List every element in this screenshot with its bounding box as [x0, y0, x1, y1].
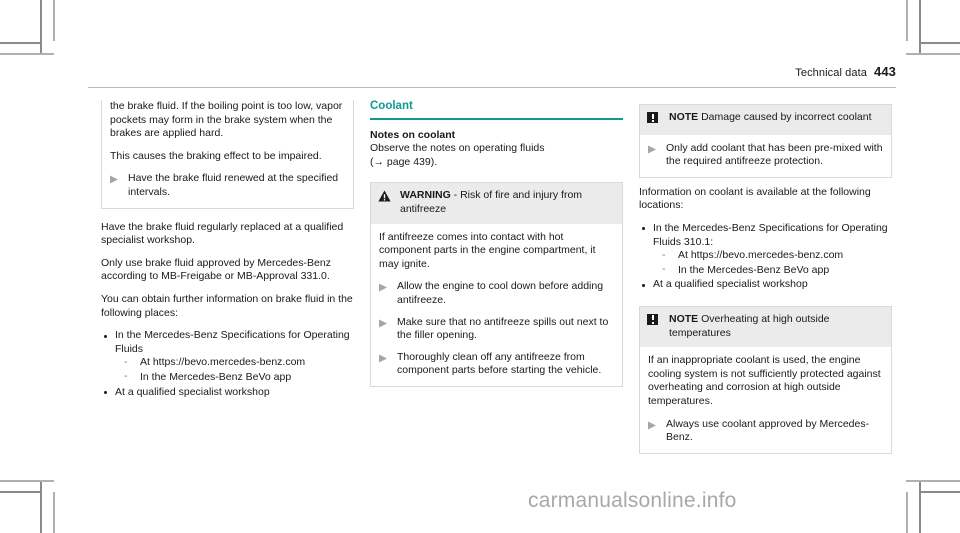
coolant-intro-paragraph: Observe the notes on operating fluids (→… — [370, 142, 623, 169]
warning-triangle-icon — [378, 189, 400, 207]
step-arrow-icon — [379, 316, 397, 328]
note-box-header: NOTE Damage caused by incorrect coolant — [640, 105, 891, 135]
bullet-text: In the Mercedes-Benz Specifications for … — [115, 329, 350, 355]
step-arrow-icon — [379, 280, 397, 292]
instruction-step: Always use coolant approved by Mercedes-… — [648, 418, 883, 445]
instruction-step: Have the brake fluid renewed at the spec… — [110, 172, 345, 199]
list-item: In the Mercedes-Benz BeVo app — [653, 263, 892, 278]
column-middle: Coolant Notes on coolant Observe the not… — [370, 100, 623, 399]
step-text: Only add coolant that has been pre-mixed… — [666, 141, 883, 168]
crop-mark-top-left-vertical-outer — [53, 0, 55, 41]
warning-label: WARNING — [400, 189, 451, 202]
page-running-head: Technical data 443 — [88, 64, 896, 90]
right-bullet-list: In the Mercedes-Benz Specifications for … — [639, 222, 892, 292]
coolant-intro-line-1: Observe the notes on operating fluids — [370, 142, 545, 155]
note-square-icon — [647, 313, 669, 330]
crop-mark-top-right-horizontal — [919, 42, 960, 44]
list-item: In the Mercedes-Benz Specifications for … — [101, 329, 354, 384]
bullet-text: At a qualified specialist workshop — [653, 278, 808, 291]
instruction-step: Allow the engine to cool down before add… — [379, 280, 614, 307]
continued-warning-paragraph-2: This causes the braking effect to be imp… — [110, 149, 322, 162]
continued-warning-box: the brake fluid. If the boiling point is… — [101, 100, 354, 209]
note-title-rest: Damage caused by incorrect coolant — [698, 111, 872, 123]
header-divider — [88, 87, 896, 88]
sub-item-text: In the Mercedes-Benz BeVo app — [140, 370, 292, 383]
step-text: Have the brake fluid renewed at the spec… — [128, 172, 339, 198]
list-item: At https://bevo.mercedes-benz.com — [115, 356, 354, 370]
list-item: In the Mercedes-Benz BeVo app — [115, 370, 354, 385]
left-sub-list: At https://bevo.mercedes-benz.com In the… — [115, 356, 354, 384]
crop-mark-bottom-left-horizontal-outer — [0, 480, 54, 482]
left-bullet-list: In the Mercedes-Benz Specifications for … — [101, 329, 354, 399]
crop-mark-top-right-vertical-outer — [906, 0, 908, 41]
column-left: the brake fluid. If the boiling point is… — [101, 100, 354, 400]
note-label: NOTE — [669, 111, 699, 123]
continued-warning-body: the brake fluid. If the boiling point is… — [102, 100, 353, 208]
sub-item-text: At https://bevo.mercedes-benz.com — [678, 249, 844, 262]
bullet-text: In the Mercedes-Benz Specifications for … — [653, 221, 888, 248]
crop-mark-top-left-vertical — [40, 0, 42, 53]
note-box-body: Only add coolant that has been pre-mixed… — [640, 135, 891, 177]
note-box-incorrect-coolant: NOTE Damage caused by incorrect coolant … — [639, 104, 892, 178]
crop-mark-bottom-left-vertical — [40, 481, 42, 533]
note-box-body: If an inappropriate coolant is used, the… — [640, 347, 891, 453]
note-body-text: If an inappropriate coolant is used, the… — [648, 354, 881, 407]
continued-warning-paragraph-1: the brake fluid. If the boiling point is… — [110, 100, 343, 140]
note-box-header: NOTE Overheating at high outside tempera… — [640, 306, 891, 348]
cross-reference-page-439[interactable]: (→ page 439). — [370, 156, 437, 168]
left-paragraph-3: You can obtain further information on br… — [101, 292, 353, 319]
note-square-icon — [647, 111, 669, 128]
site-watermark: carmanualsonline.info — [528, 489, 737, 512]
crop-mark-top-right-horizontal-outer — [906, 53, 960, 55]
step-arrow-icon — [379, 351, 397, 363]
right-paragraph-info: Information on coolant is available at t… — [639, 185, 871, 212]
crop-mark-top-right-vertical — [919, 0, 921, 53]
bullet-text: At a qualified specialist workshop — [115, 385, 270, 398]
list-item: At a qualified specialist workshop — [639, 278, 892, 292]
crop-mark-top-left-horizontal — [0, 42, 41, 44]
step-text: Make sure that no antifreeze spills out … — [397, 315, 609, 342]
note-box-overheating: NOTE Overheating at high outside tempera… — [639, 305, 892, 454]
page-number: 443 — [874, 64, 896, 79]
crop-mark-bottom-right-vertical-outer — [906, 492, 908, 533]
left-paragraph-1: Have the brake fluid regularly replaced … — [101, 220, 344, 247]
instruction-step: Thoroughly clean off any antifreeze from… — [379, 351, 614, 378]
section-title-coolant: Coolant — [370, 100, 623, 120]
crop-mark-bottom-right-horizontal — [919, 491, 960, 493]
instruction-step: Make sure that no antifreeze spills out … — [379, 316, 614, 343]
chapter-title: Technical data — [795, 67, 867, 79]
instruction-step: Only add coolant that has been pre-mixed… — [648, 142, 883, 169]
note-label: NOTE — [669, 312, 699, 325]
list-item: At https://bevo.mercedes-benz.com — [653, 249, 892, 263]
step-arrow-icon — [110, 172, 128, 184]
crop-mark-bottom-right-vertical — [919, 481, 921, 533]
note-box-title: NOTE Overheating at high outside tempera… — [669, 313, 883, 340]
warning-box-body: If antifreeze comes into contact with ho… — [371, 224, 622, 386]
subheading-notes-on-coolant: Notes on coolant — [370, 128, 456, 141]
left-paragraph-2: Only use brake fluid approved by Mercede… — [101, 256, 331, 283]
list-item: At a qualified specialist workshop — [101, 386, 354, 400]
right-sub-list: At https://bevo.mercedes-benz.com In the… — [653, 249, 892, 277]
list-item: In the Mercedes-Benz Specifications for … — [639, 222, 892, 277]
step-text: Thoroughly clean off any antifreeze from… — [397, 350, 602, 377]
step-arrow-icon — [648, 142, 666, 154]
step-text: Allow the engine to cool down before add… — [397, 280, 604, 306]
sub-item-text: In the Mercedes-Benz BeVo app — [678, 263, 830, 276]
step-text: Always use coolant approved by Mercedes-… — [666, 417, 870, 444]
warning-box-title: WARNING - Risk of fire and injury from a… — [400, 189, 614, 216]
crop-mark-bottom-right-horizontal-outer — [906, 480, 960, 482]
running-head-text: Technical data 443 — [795, 64, 896, 79]
note-box-title: NOTE Damage caused by incorrect coolant — [669, 111, 883, 125]
column-right: NOTE Damage caused by incorrect coolant … — [639, 104, 892, 466]
crop-mark-bottom-left-vertical-outer — [53, 492, 55, 533]
warning-body-text: If antifreeze comes into contact with ho… — [379, 230, 596, 270]
warning-box-antifreeze: WARNING - Risk of fire and injury from a… — [370, 182, 623, 387]
warning-box-header: WARNING - Risk of fire and injury from a… — [371, 183, 622, 224]
crop-mark-top-left-horizontal-outer — [0, 53, 54, 55]
step-arrow-icon — [648, 418, 666, 430]
sub-item-text: At https://bevo.mercedes-benz.com — [140, 356, 306, 369]
crop-mark-bottom-left-horizontal — [0, 491, 41, 493]
